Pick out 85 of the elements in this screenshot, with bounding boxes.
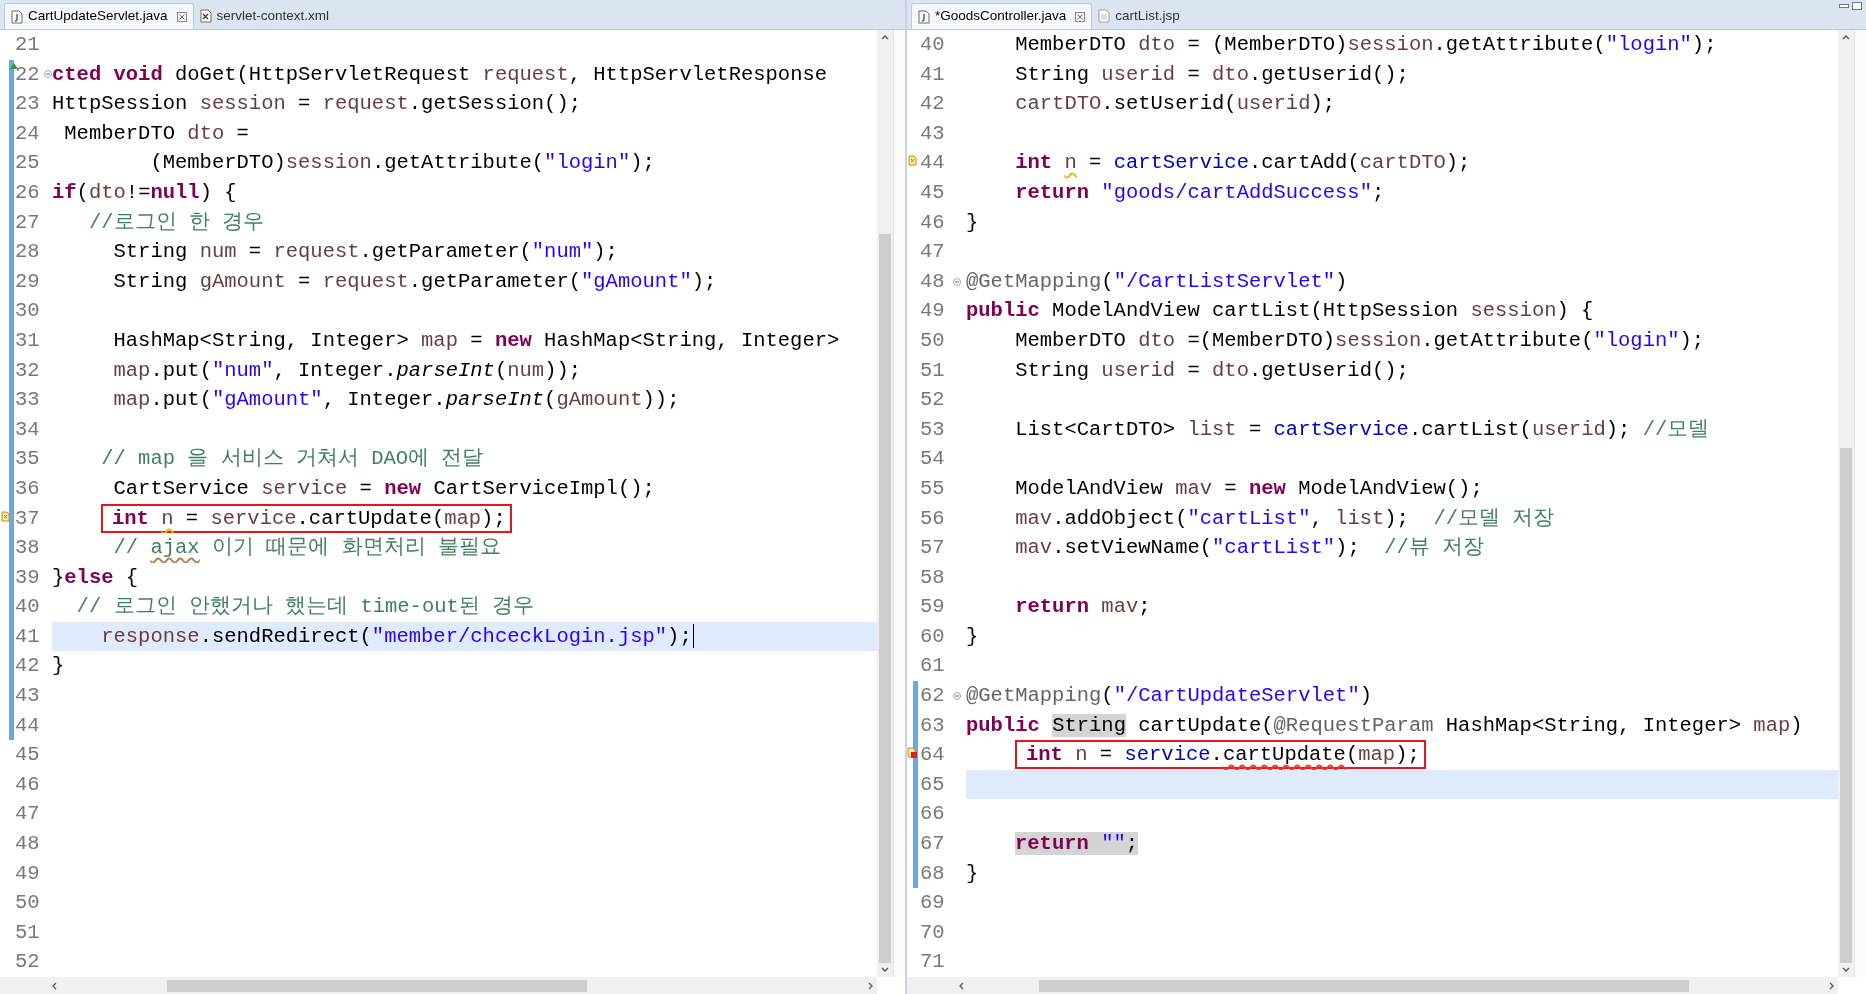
line-number: 47 [15,801,41,828]
line-number: 21 [15,32,41,58]
scroll-thumb[interactable] [1840,448,1852,963]
line-number: 41 [15,623,41,650]
editor-tab[interactable]: *GoodsController.java [911,3,1093,29]
scroll-thumb[interactable] [167,979,587,992]
line-number: 34 [15,416,41,443]
line-number: 65 [920,771,946,798]
line-number: 66 [920,801,946,828]
line-number: 37 [15,505,41,532]
highlighted-code: int n = service.cartUpdate(map); [101,503,512,533]
line-number: 28 [15,239,41,266]
line-number: 43 [15,683,41,710]
line-number: 61 [920,653,946,680]
line-number: 30 [15,298,41,325]
line-number: 22 [15,61,41,88]
file-icon [1098,9,1111,23]
editor-tab[interactable]: cartList.jsp [1092,3,1186,29]
line-number: 24 [15,120,41,147]
line-number: 58 [920,564,946,591]
line-number: 55 [920,475,946,502]
close-icon[interactable] [1075,11,1086,22]
line-number: 42 [15,653,41,680]
line-number: 46 [920,209,946,236]
line-number: 32 [15,357,41,384]
line-number: 44 [920,150,946,177]
line-number: 64 [920,742,946,769]
vertical-scrollbar[interactable] [1838,30,1854,977]
horizontal-scrollbar[interactable] [0,977,877,994]
line-number: 43 [920,120,946,147]
line-number: 68 [920,860,946,887]
line-number: 56 [920,505,946,532]
line-number: 38 [15,535,41,562]
maximize-icon[interactable] [1852,2,1862,10]
scroll-thumb[interactable] [1039,979,1689,992]
line-number: 29 [15,268,41,295]
line-number: 39 [15,564,41,591]
line-number: 42 [920,91,946,118]
line-number: 48 [920,268,946,295]
line-number: 33 [15,387,41,414]
scroll-thumb[interactable] [879,234,891,963]
line-number: 27 [15,209,41,236]
line-number: 57 [920,535,946,562]
editor-tab[interactable]: CartUpdateServlet.java [4,3,194,29]
line-number: 41 [920,61,946,88]
line-number: 35 [15,446,41,473]
minimize-icon[interactable] [1839,2,1849,10]
line-number: 40 [920,32,946,58]
xml-file-icon [199,9,212,23]
line-number: 69 [920,890,946,917]
line-number: 45 [920,179,946,206]
line-number: 23 [15,91,41,118]
line-number: 45 [15,742,41,769]
line-number: 71 [920,949,946,976]
line-number: 51 [920,357,946,384]
editor-tab[interactable]: servlet-context.xml [193,3,336,29]
line-number: 52 [920,387,946,414]
java-file-icon [918,9,930,24]
line-number: 49 [920,298,946,325]
java-file-icon [11,9,23,24]
line-number: 46 [15,771,41,798]
line-number: 50 [15,890,41,917]
line-number: 44 [15,712,41,739]
line-number: 47 [920,239,946,266]
line-number: 31 [15,327,41,354]
line-number: 60 [920,623,946,650]
line-number: 49 [15,860,41,887]
line-number: 50 [920,327,946,354]
line-number: 26 [15,179,41,206]
line-number: 51 [15,919,41,946]
line-number: 70 [920,919,946,946]
line-number: 67 [920,831,946,858]
horizontal-scrollbar[interactable] [907,977,1838,994]
line-number: 54 [920,446,946,473]
line-number: 62 [920,683,946,710]
close-icon[interactable] [176,11,187,22]
line-number: 25 [15,150,41,177]
line-number: 59 [920,594,946,621]
line-number: 53 [920,416,946,443]
vertical-scrollbar[interactable] [877,30,893,977]
line-number: 63 [920,712,946,739]
line-number: 36 [15,475,41,502]
line-number: 52 [15,949,41,976]
line-number: 48 [15,831,41,858]
line-number: 40 [15,594,41,621]
